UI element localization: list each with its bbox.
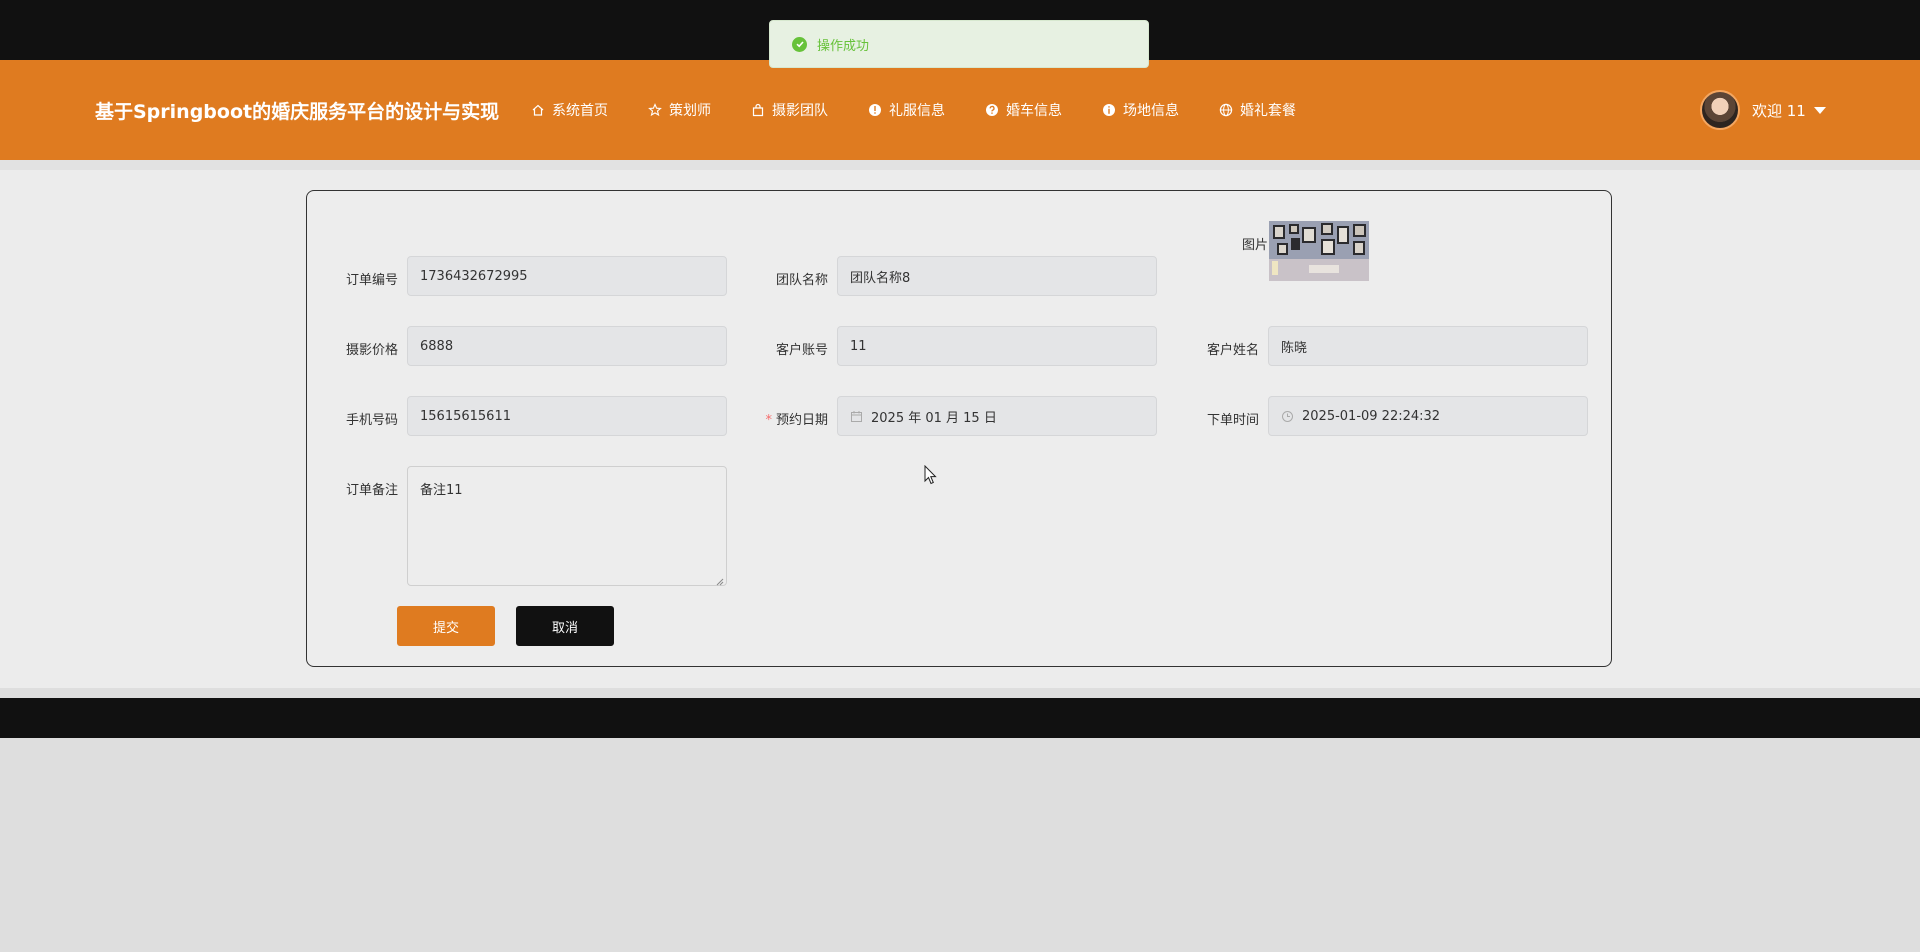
caret-down-icon[interactable] [1813, 106, 1826, 114]
nav-item-dress[interactable]: 礼服信息 [868, 100, 945, 120]
order-time-picker[interactable]: 2025-01-09 22:24:32 [1268, 396, 1588, 436]
header: 基于Springboot的婚庆服务平台的设计与实现 系统首页 策划师 摄影团队 … [0, 60, 1920, 160]
bag-icon [751, 103, 765, 117]
success-toast: 操作成功 [769, 20, 1149, 68]
nav-item-package[interactable]: 婚礼套餐 [1219, 100, 1296, 120]
booking-date-picker[interactable]: 2025 年 01 月 15 日 [837, 396, 1157, 436]
avatar[interactable] [1700, 90, 1740, 130]
customer-name-label: 客户姓名 [1206, 343, 1259, 358]
nav-item-photo-team[interactable]: 摄影团队 [751, 100, 828, 120]
globe-icon [1219, 103, 1233, 117]
nav-item-label: 摄影团队 [772, 103, 828, 119]
order-form: 图片 订单编号 1736432672995 团队名称 团队名称8 摄影价格 68… [306, 190, 1612, 667]
customer-account-input[interactable]: 11 [837, 326, 1157, 366]
nav-item-label: 婚礼套餐 [1240, 103, 1296, 119]
order-time-value: 2025-01-09 22:24:32 [1302, 408, 1441, 424]
nav-item-label: 婚车信息 [1006, 103, 1062, 119]
nav-item-home[interactable]: 系统首页 [531, 100, 608, 120]
resize-handle-icon[interactable] [716, 575, 724, 586]
user-menu[interactable]: 欢迎 11 [1700, 60, 1826, 160]
nav-item-planner[interactable]: 策划师 [648, 100, 711, 120]
team-name-input[interactable]: 团队名称8 [837, 256, 1157, 296]
toast-message: 操作成功 [817, 38, 870, 54]
check-circle-icon [792, 36, 807, 52]
nav-item-label: 系统首页 [552, 103, 608, 119]
nav-item-venue[interactable]: 场地信息 [1102, 100, 1179, 120]
image-label: 图片 [1241, 238, 1268, 253]
remark-label: 订单备注 [345, 483, 398, 498]
main-nav: 系统首页 策划师 摄影团队 礼服信息 婚车信息 场地信息 婚礼套餐 [531, 60, 1336, 160]
remark-textarea[interactable]: 备注11 [407, 466, 727, 586]
order-image[interactable] [1269, 221, 1369, 281]
order-time-label: 下单时间 [1206, 413, 1259, 428]
nav-item-label: 场地信息 [1123, 103, 1179, 119]
nav-item-label: 礼服信息 [889, 103, 945, 119]
team-name-label: 团队名称 [775, 273, 828, 288]
home-icon [531, 103, 545, 117]
order-no-label: 订单编号 [345, 273, 398, 288]
required-mark: * [765, 413, 772, 428]
cancel-button[interactable]: 取消 [516, 606, 614, 646]
user-greeting[interactable]: 欢迎 11 [1752, 100, 1806, 121]
content-top-strip [0, 160, 1920, 170]
clock-icon [1281, 410, 1294, 423]
footer [0, 698, 1920, 738]
booking-date-label-text: 预约日期 [775, 413, 828, 428]
price-label: 摄影价格 [345, 343, 398, 358]
booking-date-label: * 预约日期 [757, 409, 828, 428]
site-title[interactable]: 基于Springboot的婚庆服务平台的设计与实现 [95, 60, 499, 160]
submit-button[interactable]: 提交 [397, 606, 495, 646]
mouse-cursor-icon [924, 465, 937, 485]
price-input[interactable]: 6888 [407, 326, 727, 366]
star-icon [648, 103, 662, 117]
info-icon [868, 103, 882, 117]
nav-item-label: 策划师 [669, 103, 711, 119]
booking-date-value: 2025 年 01 月 15 日 [871, 410, 997, 426]
phone-label: 手机号码 [345, 413, 398, 428]
customer-account-label: 客户账号 [775, 343, 828, 358]
nav-item-wedding-car[interactable]: 婚车信息 [985, 100, 1062, 120]
remark-value: 备注11 [420, 483, 463, 498]
question-icon [985, 103, 999, 117]
phone-input[interactable]: 15615615611 [407, 396, 727, 436]
order-no-input[interactable]: 1736432672995 [407, 256, 727, 296]
customer-name-input[interactable]: 陈晓 [1268, 326, 1588, 366]
info-icon [1102, 103, 1116, 117]
calendar-icon [850, 410, 863, 423]
